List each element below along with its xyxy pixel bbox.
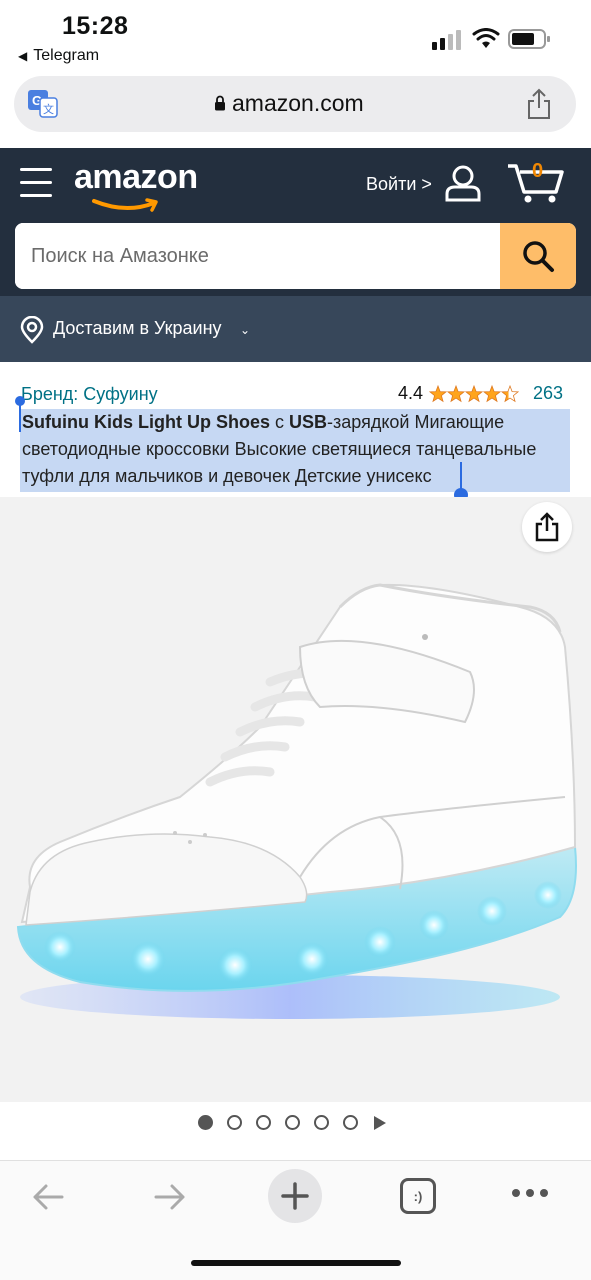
star-5 [500,384,520,402]
search-icon [523,241,554,272]
star-rating [429,384,520,403]
pagination-dot[interactable] [256,1115,271,1130]
status-time: 15:28 [62,12,129,40]
translate-icon[interactable]: G 文 [28,90,58,118]
selection-caret-start [19,404,21,432]
forward-icon[interactable] [152,1179,188,1215]
status-bar: 15:28 ◀ Telegram [0,0,591,76]
amazon-smile-icon [92,198,158,212]
image-pagination [198,1115,386,1130]
back-app-label: Telegram [33,47,100,64]
star-1 [429,384,448,402]
back-to-app-link[interactable]: ◀ Telegram [18,47,99,65]
title-mid: с [269,412,289,432]
wifi-icon [472,28,500,48]
stars-icon [429,384,520,402]
user-icon[interactable] [444,164,482,202]
title-bold: Sufuinu Kids Light Up Shoes [22,412,270,432]
pagination-dot[interactable] [198,1115,213,1130]
signin-link[interactable]: Войти > [366,174,432,195]
star-3 [464,384,484,402]
battery-icon [508,29,550,49]
play-video-icon[interactable] [374,1115,386,1130]
svg-text:文: 文 [43,102,54,116]
brand-link[interactable]: Бренд: Суфуину [21,384,158,405]
more-icon[interactable] [512,1189,552,1199]
search-bar [15,223,576,289]
sneaker-image [16,583,577,1019]
share-icon[interactable] [526,88,552,120]
new-tab-button[interactable] [268,1169,322,1223]
pagination-dot[interactable] [285,1115,300,1130]
product-title-selection: Sufuinu Kids Light Up Shoes с USB-зарядк… [20,409,570,492]
amazon-logo[interactable]: amazon [74,158,198,197]
rating-summary[interactable]: 4.4 263 [398,383,563,404]
address-bar[interactable]: G 文 amazon.com [14,76,576,132]
tabs-button[interactable]: :) [400,1178,436,1214]
amazon-header: amazon Войти > 0 [0,148,591,296]
back-arrow-icon: ◀ [18,49,28,63]
product-image[interactable] [0,497,591,1102]
rating-value: 4.4 [398,383,424,403]
url-domain[interactable]: amazon.com [232,90,364,117]
home-indicator [191,1260,401,1266]
cellular-signal-icon [432,30,461,50]
menu-icon[interactable] [20,168,52,198]
star-4 [482,384,502,402]
lock-icon [215,95,225,111]
pagination-dot[interactable] [314,1115,329,1130]
image-share-button[interactable] [522,502,572,552]
share-icon [535,512,559,542]
search-input[interactable] [15,223,500,289]
star-2 [446,384,466,402]
location-pin-icon [20,316,44,344]
deliver-location-bar[interactable]: Доставим в Украину ⌄ [0,296,591,362]
pagination-dot[interactable] [227,1115,242,1130]
review-count[interactable]: 263 [533,383,563,404]
title-bold2: USB [289,412,328,432]
product-title[interactable]: Sufuinu Kids Light Up Shoes с USB-зарядк… [20,409,570,492]
deliver-text: Доставим в Украину [53,318,222,338]
chevron-down-icon: ⌄ [240,323,251,337]
search-button[interactable] [500,223,576,289]
cart-count: 0 [532,160,544,182]
pagination-dot[interactable] [343,1115,358,1130]
back-icon[interactable] [30,1179,66,1215]
plus-icon [281,1182,309,1210]
